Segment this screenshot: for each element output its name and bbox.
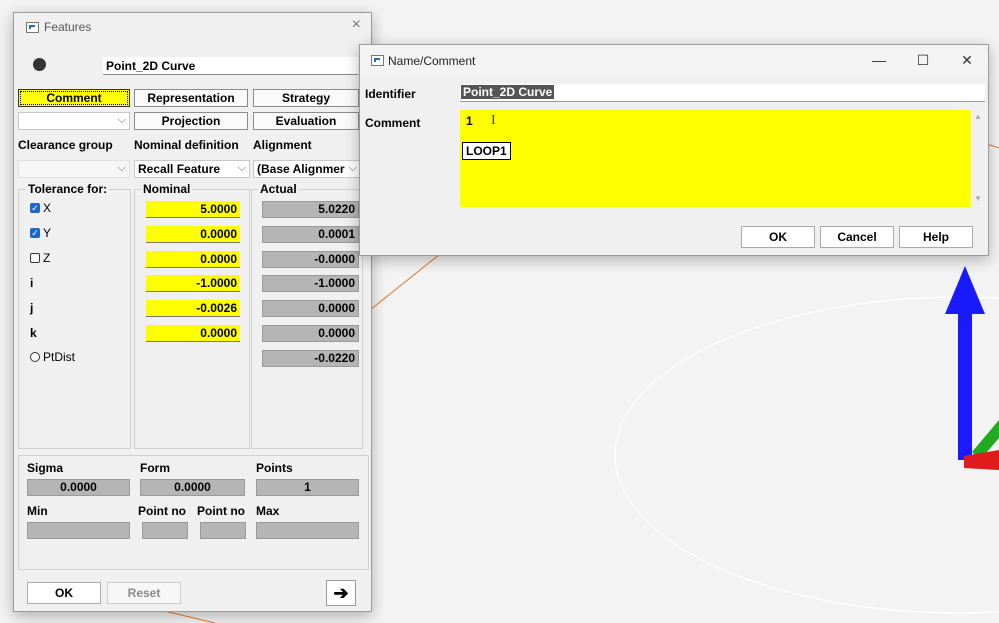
dialog-ok-button[interactable]: OK [741, 226, 815, 248]
tab-projection[interactable]: Projection [134, 112, 248, 130]
nominal-header: Nominal [141, 182, 193, 196]
feature-status-dot [33, 58, 46, 71]
k-actual-field: 0.0000 [262, 325, 359, 342]
scroll-up-icon[interactable]: ▲ [974, 112, 982, 121]
feature-name-text: Point_2D Curve [106, 59, 196, 73]
name-comment-dialog: Name/Comment — ☐ ✕ Identifier Point_2D C… [359, 44, 989, 256]
dialog-help-button[interactable]: Help [899, 226, 973, 248]
sigma-label: Sigma [27, 461, 64, 475]
first-dropdown[interactable]: ⌵ [18, 112, 130, 130]
tab-evaluation[interactable]: Evaluation [253, 112, 359, 130]
comment-line-1: 1 [466, 114, 473, 128]
alignment-dropdown[interactable]: (Base Alignmer ⌵ [253, 160, 361, 178]
identifier-label: Identifier [365, 87, 416, 101]
j-label: j [30, 301, 34, 315]
z-label: Z [43, 251, 51, 265]
y-actual-field: 0.0001 [262, 226, 359, 243]
dialog-titlebar[interactable]: Name/Comment — ☐ ✕ [360, 45, 988, 76]
dialog-cancel-button[interactable]: Cancel [820, 226, 894, 248]
x-actual-field: 5.0220 [262, 201, 359, 218]
features-title: Features [44, 20, 92, 34]
comment-tag: LOOP1 [462, 142, 511, 160]
close-icon[interactable]: ✕ [944, 45, 990, 75]
min-label: Min [27, 504, 48, 518]
y-checkbox[interactable]: ✓ [30, 228, 40, 238]
comment-label: Comment [365, 116, 421, 130]
actual-header: Actual [258, 182, 299, 196]
max-field [256, 522, 359, 539]
form-field: 0.0000 [140, 479, 245, 496]
y-nominal-field[interactable]: 0.0000 [146, 226, 240, 243]
features-ok-button[interactable]: OK [27, 582, 101, 604]
minimize-icon[interactable]: — [856, 45, 902, 75]
min-field [27, 522, 130, 539]
identifier-text: Point_2D Curve [461, 85, 555, 99]
y-label: Y [43, 226, 52, 240]
close-icon[interactable]: × [352, 16, 361, 34]
z-checkbox[interactable] [30, 253, 40, 263]
stats-group [18, 455, 369, 570]
text-cursor-icon: I [491, 113, 496, 128]
ptdist-label: PtDist [43, 350, 76, 364]
nominal-definition-label: Nominal definition [134, 138, 239, 152]
x-nominal-field[interactable]: 5.0000 [146, 201, 240, 218]
maximize-icon[interactable]: ☐ [900, 45, 946, 75]
k-label: k [30, 326, 37, 340]
reset-button[interactable]: Reset [107, 582, 181, 604]
i-label: i [30, 276, 34, 290]
dialog-title: Name/Comment [388, 54, 476, 68]
points-label: Points [256, 461, 293, 475]
ptdist-actual-field: -0.0220 [262, 350, 359, 367]
next-arrow-button[interactable]: ➔ [326, 580, 356, 606]
chevron-down-icon: ⌵ [348, 162, 357, 175]
chevron-down-icon: ⌵ [237, 162, 246, 174]
k-nominal-field[interactable]: 0.0000 [146, 325, 240, 342]
point-no-label-1: Point no [138, 504, 186, 518]
app-icon [371, 55, 384, 66]
feature-name-field[interactable]: Point_2D Curve [103, 57, 358, 75]
x-checkbox[interactable]: ✓ [30, 203, 40, 213]
z-actual-field: -0.0000 [262, 251, 359, 268]
features-titlebar[interactable]: Features × [14, 13, 371, 39]
alignment-value: (Base Alignmer [257, 162, 345, 176]
sigma-field: 0.0000 [27, 479, 130, 496]
clearance-group-dropdown[interactable]: ⌵ [18, 160, 130, 178]
i-nominal-field[interactable]: -1.0000 [146, 275, 240, 292]
ptdist-checkbox[interactable] [30, 352, 40, 362]
tab-representation[interactable]: Representation [134, 89, 248, 107]
tab-strategy[interactable]: Strategy [253, 89, 359, 107]
clearance-group-label: Clearance group [18, 138, 113, 152]
j-nominal-field[interactable]: -0.0026 [146, 300, 240, 317]
features-window: Features × Point_2D Curve Comment Repres… [13, 12, 372, 612]
chevron-down-icon: ⌵ [117, 114, 126, 126]
form-label: Form [140, 461, 170, 475]
tolerance-for-header: Tolerance for: [26, 182, 110, 196]
min-point-no-field [142, 522, 188, 539]
j-actual-field: 0.0000 [262, 300, 359, 317]
x-label: X [43, 201, 52, 215]
alignment-label: Alignment [253, 138, 312, 152]
comment-scrollbar[interactable]: ▲ ▼ [971, 110, 985, 207]
identifier-input[interactable]: Point_2D Curve [460, 84, 985, 102]
max-label: Max [256, 504, 280, 518]
i-actual-field: -1.0000 [262, 275, 359, 292]
arrow-right-icon: ➔ [333, 582, 349, 603]
comment-textarea[interactable]: 1 I LOOP1 [460, 110, 971, 207]
chevron-down-icon: ⌵ [117, 162, 126, 174]
points-field: 1 [256, 479, 359, 496]
scroll-down-icon[interactable]: ▼ [974, 194, 982, 203]
tab-comment[interactable]: Comment [18, 89, 130, 107]
nominal-definition-dropdown[interactable]: Recall Feature ⌵ [134, 160, 250, 178]
nominal-definition-value: Recall Feature [138, 162, 221, 176]
z-nominal-field[interactable]: 0.0000 [146, 251, 240, 268]
max-point-no-field [200, 522, 246, 539]
app-icon [26, 22, 39, 33]
point-no-label-2: Point no [197, 504, 245, 518]
